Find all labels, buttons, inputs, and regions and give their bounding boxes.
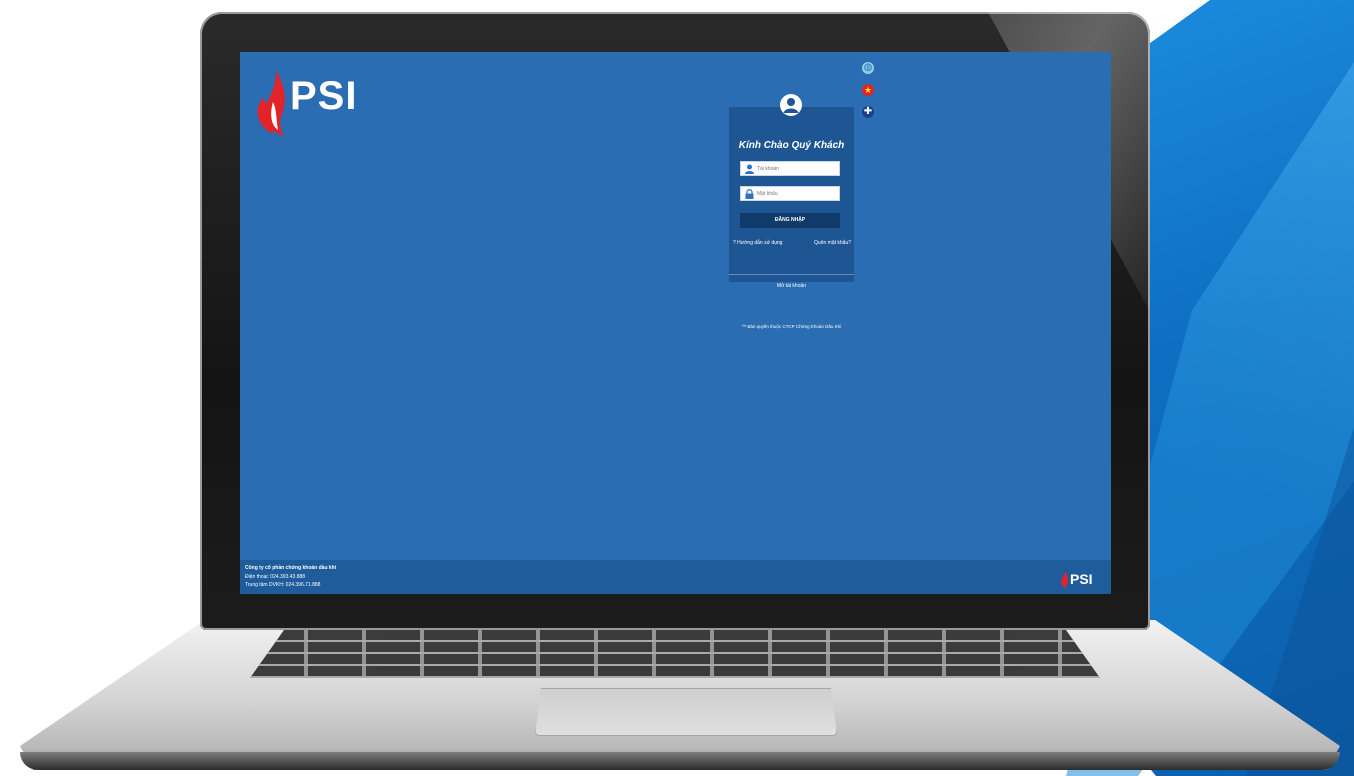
footer-logo-text: PSI xyxy=(1070,571,1093,587)
copyright-text: ™ Bản quyền thuộc CTCP Chứng Khoán Dầu K… xyxy=(741,324,842,329)
help-links: ? Hướng dẫn sử dụng Quên mật khẩu? xyxy=(733,240,851,250)
forgot-password-link[interactable]: Quên mật khẩu? xyxy=(814,240,851,246)
language-switcher: ◍ ★ ✚ xyxy=(862,62,878,128)
password-field[interactable] xyxy=(740,186,840,201)
logo-text: PSI xyxy=(290,74,358,118)
username-field[interactable] xyxy=(740,161,840,176)
footer-support: Trung tâm DVKH: 024.396.71.888 xyxy=(245,582,321,588)
globe-icon[interactable]: ◍ xyxy=(862,62,874,74)
open-account-link[interactable]: Mở tài khoản xyxy=(729,283,854,289)
help-icon: ? xyxy=(733,240,736,246)
laptop-trackpad xyxy=(535,688,837,736)
laptop-base-edge xyxy=(20,752,1340,770)
flag-vietnam-icon[interactable]: ★ xyxy=(862,84,874,96)
lock-icon xyxy=(745,189,754,199)
password-input[interactable] xyxy=(757,187,837,200)
flame-logo-icon xyxy=(257,70,285,136)
footer-phone: Điện thoại: 024.393.43.888 xyxy=(245,574,306,580)
footer-company: Công ty cổ phần chứng khoán dầu khí xyxy=(245,565,337,571)
user-avatar-icon xyxy=(780,94,802,116)
psi-logo: PSI xyxy=(254,62,404,142)
flag-uk-icon[interactable]: ✚ xyxy=(862,106,874,118)
footer-logo: PSI xyxy=(1058,570,1106,588)
username-input[interactable] xyxy=(757,162,837,175)
laptop-screen: PSI ◍ ★ ✚ Kính Chào Quý Khách Tài khoản … xyxy=(240,52,1111,594)
laptop-keyboard-rows xyxy=(250,630,1100,678)
user-icon xyxy=(745,164,754,174)
login-button[interactable]: ĐĂNG NHẬP xyxy=(740,213,840,228)
footer-bar: Công ty cổ phần chứng khoán dầu khí Điện… xyxy=(240,560,1111,594)
welcome-title: Kính Chào Quý Khách xyxy=(738,140,845,151)
panel-divider xyxy=(729,274,854,275)
footer-flame-icon xyxy=(1061,571,1069,588)
user-guide-link[interactable]: ? Hướng dẫn sử dụng xyxy=(733,240,782,246)
login-panel: Kính Chào Quý Khách ĐĂNG NHẬP ? Hướng dẫ… xyxy=(729,94,854,282)
user-guide-label: Hướng dẫn sử dụng xyxy=(737,240,783,246)
